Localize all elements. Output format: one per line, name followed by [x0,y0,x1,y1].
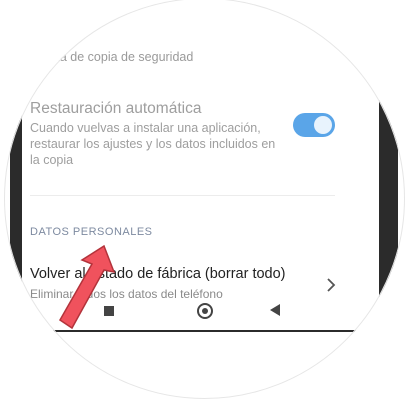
red-arrow-icon [59,244,116,330]
auto-restore-description: Cuando vuelvas a instalar una aplicación… [30,121,276,167]
section-header-personal-data: DATOS PERSONALES [30,226,153,238]
triangle-back-icon[interactable] [270,304,280,316]
stage: …enta de copia de seguridad Restauración… [0,0,410,399]
chevron-right-icon [327,278,336,292]
auto-restore-title: Restauración automática [30,100,202,117]
home-dot [202,308,208,314]
toggle-knob [314,116,332,134]
circle-icon[interactable] [197,303,213,319]
navigation-bar [22,328,379,370]
divider [30,195,335,196]
auto-restore-toggle[interactable] [293,113,335,137]
backup-description: …enta de copia de seguridad [30,50,194,64]
